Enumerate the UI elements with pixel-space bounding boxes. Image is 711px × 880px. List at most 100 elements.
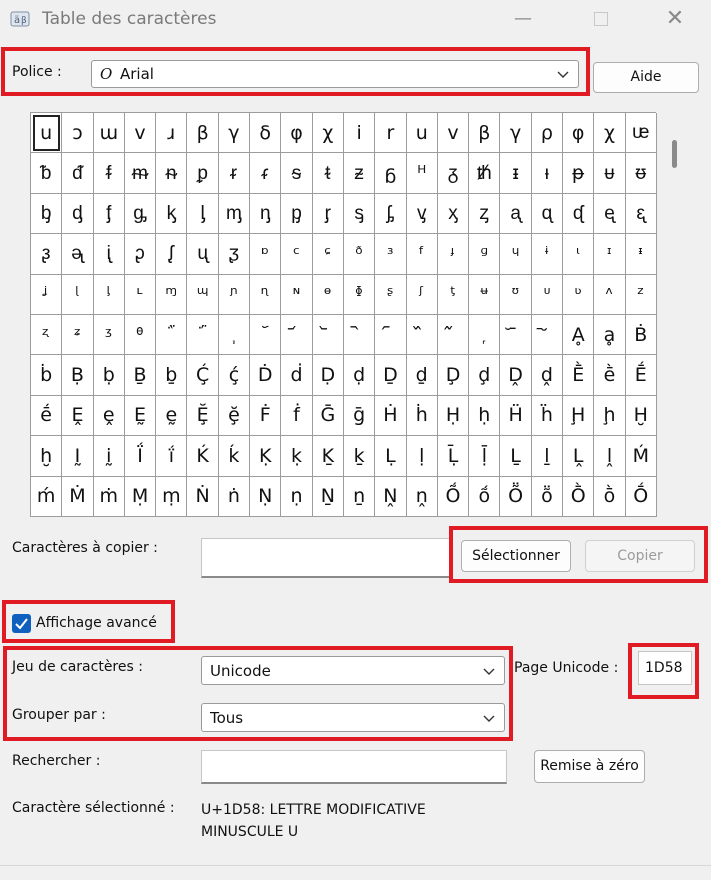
character-cell[interactable]: ᶈ: [281, 193, 313, 235]
character-cell[interactable]: ᶂ: [93, 193, 125, 235]
character-cell[interactable]: δ: [250, 113, 282, 154]
character-cell[interactable]: ᶹ: [563, 274, 595, 315]
character-cell[interactable]: ᶿ: [124, 314, 157, 356]
character-cell[interactable]: ᷅: [312, 314, 344, 356]
character-cell[interactable]: u: [406, 113, 438, 154]
character-cell[interactable]: ḗ: [31, 395, 63, 437]
character-cell[interactable]: ᵴ: [281, 153, 313, 194]
character-cell[interactable]: ᶩ: [62, 274, 94, 315]
character-cell[interactable]: Ḫ: [625, 395, 657, 437]
character-grid[interactable]: uɔɯvɹβγδφχiruvβγρφχᵫᵬᵭᵮᵯᵰᵱᵲᵳᵴᵵᵶᵷᵸᵹᵺᵻᵼᵽᵾᵿ…: [30, 112, 657, 517]
character-cell[interactable]: Ḯ: [124, 436, 157, 477]
character-cell[interactable]: ɯ: [93, 113, 125, 154]
character-cell[interactable]: φ: [281, 113, 313, 154]
character-cell[interactable]: ṏ: [531, 476, 564, 517]
character-cell[interactable]: ᶓ: [625, 193, 657, 235]
character-cell[interactable]: v: [437, 113, 470, 154]
character-cell[interactable]: Ṅ: [187, 476, 219, 517]
character-cell[interactable]: γ: [218, 113, 251, 154]
character-cell[interactable]: Ṋ: [375, 476, 407, 517]
minimize-button[interactable]: —: [512, 8, 534, 30]
character-cell[interactable]: ɔ: [62, 113, 94, 154]
help-button[interactable]: Aide: [593, 62, 699, 93]
character-cell[interactable]: ᶍ: [437, 193, 470, 235]
advanced-view-checkbox[interactable]: [12, 614, 31, 633]
character-cell[interactable]: Ḡ: [312, 395, 344, 437]
character-cell[interactable]: ḭ: [93, 436, 125, 477]
character-cell[interactable]: ᶸ: [531, 274, 564, 315]
character-cell[interactable]: ḅ: [93, 355, 125, 396]
character-cell[interactable]: Ṉ: [312, 476, 344, 517]
character-cell[interactable]: ᵶ: [343, 153, 376, 194]
character-cell[interactable]: ᶞ: [343, 234, 376, 275]
character-cell[interactable]: Ṃ: [124, 476, 157, 517]
character-cell[interactable]: ᶅ: [187, 193, 219, 235]
maximize-button[interactable]: [590, 8, 612, 30]
character-cell[interactable]: Ṁ: [62, 476, 94, 517]
character-cell[interactable]: ᵱ: [187, 153, 219, 194]
character-cell[interactable]: ᷋: [500, 314, 532, 356]
character-cell[interactable]: ᵸ: [406, 153, 438, 194]
character-cell[interactable]: ᶳ: [375, 274, 407, 315]
character-cell[interactable]: ḏ: [406, 355, 438, 396]
search-input[interactable]: [201, 750, 507, 784]
character-cell[interactable]: ᶲ: [343, 274, 376, 315]
character-cell[interactable]: ᶴ: [406, 274, 438, 315]
character-cell[interactable]: ḟ: [281, 395, 313, 437]
character-cell[interactable]: ᶮ: [218, 274, 251, 315]
character-cell[interactable]: ᷃: [250, 314, 282, 356]
character-cell[interactable]: ᶀ: [31, 193, 63, 235]
character-cell[interactable]: ᷄: [281, 314, 313, 356]
character-cell[interactable]: Ḅ: [62, 355, 94, 396]
character-cell[interactable]: χ: [312, 113, 344, 154]
charset-dropdown[interactable]: Unicode: [201, 656, 505, 685]
character-cell[interactable]: ḩ: [594, 395, 626, 437]
character-cell[interactable]: ḕ: [594, 355, 626, 396]
character-cell[interactable]: γ: [500, 113, 532, 154]
character-cell[interactable]: φ: [563, 113, 595, 154]
character-cell[interactable]: Ḇ: [124, 355, 157, 396]
character-cell[interactable]: ᵼ: [531, 153, 564, 194]
grid-scrollbar-thumb[interactable]: [672, 140, 677, 168]
character-cell[interactable]: ṇ: [281, 476, 313, 517]
character-cell[interactable]: ᵻ: [500, 153, 532, 194]
character-cell[interactable]: ḻ: [531, 436, 564, 477]
character-cell[interactable]: ɹ: [156, 113, 188, 154]
character-cell[interactable]: ṑ: [594, 476, 626, 517]
character-cell[interactable]: Ḝ: [187, 395, 219, 437]
character-cell[interactable]: ᶨ: [31, 274, 63, 315]
character-cell[interactable]: Ḉ: [187, 355, 219, 396]
group-by-dropdown[interactable]: Tous: [201, 703, 505, 732]
character-cell[interactable]: ᶥ: [563, 234, 595, 275]
character-cell[interactable]: ᶜ: [281, 234, 313, 275]
character-cell[interactable]: ᵺ: [469, 153, 501, 194]
character-cell[interactable]: ᶵ: [437, 274, 470, 315]
character-cell[interactable]: ᶆ: [218, 193, 251, 235]
font-dropdown[interactable]: O Arial: [91, 60, 579, 88]
character-cell[interactable]: ᷉: [437, 314, 470, 356]
character-cell[interactable]: ḛ: [156, 395, 188, 437]
character-cell[interactable]: Ḙ: [62, 395, 94, 437]
character-cell[interactable]: ρ: [531, 113, 564, 154]
character-cell[interactable]: Ḓ: [500, 355, 532, 396]
character-cell[interactable]: Ḁ: [563, 314, 595, 356]
character-cell[interactable]: ᶭ: [187, 274, 219, 315]
character-cell[interactable]: Ḕ: [563, 355, 595, 396]
character-cell[interactable]: ᶏ: [500, 193, 532, 235]
character-cell[interactable]: ᶯ: [250, 274, 282, 315]
character-cell[interactable]: Ṓ: [625, 476, 657, 517]
character-cell[interactable]: Ḭ: [62, 436, 94, 477]
character-cell[interactable]: Ḻ: [500, 436, 532, 477]
character-cell[interactable]: ṉ: [343, 476, 376, 517]
character-cell[interactable]: ḙ: [93, 395, 125, 437]
character-cell[interactable]: ḫ: [31, 436, 63, 477]
character-cell[interactable]: ᶽ: [62, 314, 94, 356]
character-cell[interactable]: ᷊: [469, 314, 501, 356]
character-cell[interactable]: Ḋ: [250, 355, 282, 396]
character-cell[interactable]: ᶘ: [156, 234, 188, 275]
character-cell[interactable]: ṋ: [406, 476, 438, 517]
character-cell[interactable]: ḋ: [281, 355, 313, 396]
character-cell[interactable]: Ḵ: [312, 436, 344, 477]
character-cell[interactable]: ᶚ: [218, 234, 251, 275]
character-cell[interactable]: ᷂: [218, 314, 251, 356]
